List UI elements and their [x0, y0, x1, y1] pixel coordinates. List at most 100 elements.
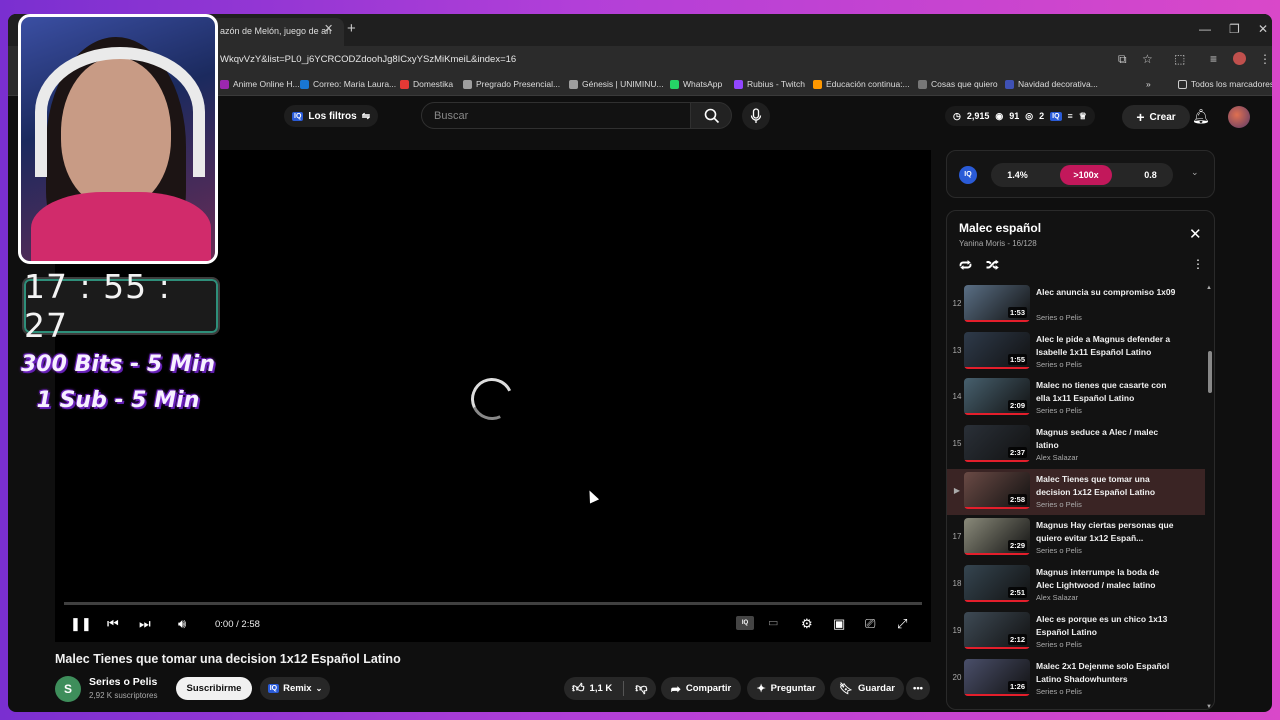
playlist-item-title[interactable]: Magnus interrumpe la boda de Alec Lightw… [1036, 566, 1176, 592]
create-button[interactable]: + Crear [1122, 105, 1190, 129]
window-close-icon[interactable]: ✕ [1258, 22, 1268, 36]
playlist-item-title[interactable]: Alec anuncia su compromiso 1x09 [1036, 286, 1176, 299]
playlist-item[interactable]: 17 2:29 Magnus Hay ciertas personas que qu… [947, 515, 1205, 562]
previous-icon[interactable]: ⏮︎ [107, 616, 119, 632]
stat-other: 2 [1039, 111, 1045, 121]
thumbs-down-icon[interactable]: 👎︎ [635, 681, 647, 696]
duration-badge: 2:51 [1007, 587, 1027, 599]
voice-search-button[interactable] [742, 102, 770, 130]
bookmark-item[interactable]: Anime Online H... [220, 79, 300, 89]
video-thumbnail[interactable]: 1:53 [964, 285, 1030, 322]
channel-avatar[interactable]: S [55, 676, 81, 702]
progress-bar[interactable] [64, 602, 922, 605]
bookmark-item[interactable]: Cosas que quiero [918, 79, 998, 89]
video-thumbnail[interactable]: 1:26 [964, 658, 1030, 696]
media-icon[interactable]: ≡ [1210, 52, 1217, 66]
search-button[interactable] [690, 102, 732, 129]
bookmark-item[interactable]: Domestika [400, 79, 453, 89]
bookmark-item[interactable]: Rubius - Twitch [734, 79, 805, 89]
scrollbar-thumb[interactable] [1208, 351, 1212, 393]
next-icon[interactable]: ⏭︎ [139, 616, 151, 632]
video-thumbnail[interactable]: 2:37 [964, 425, 1030, 463]
playlist-item-current[interactable]: ▶ 2:58 Malec Tienes que tomar una decision… [947, 468, 1205, 516]
streamer-shirt [31, 192, 211, 261]
playlist-item[interactable]: 19 2:12 Alec es porque es un chico 1x13 Es… [947, 609, 1205, 656]
close-icon[interactable]: ✕ [1189, 225, 1202, 243]
menu-icon[interactable]: ⋮ [1259, 52, 1271, 66]
star-icon[interactable]: ☆ [1142, 52, 1153, 66]
video-thumbnail[interactable]: 2:12 [964, 611, 1030, 649]
list-icon: ≡ [1067, 111, 1073, 121]
iq-widget: IQ 1.4% >100x 0.8 ⌄ [946, 150, 1215, 198]
volume-icon[interactable]: 🔊︎ [178, 616, 186, 632]
extensions-icon[interactable]: ⬚ [1174, 52, 1185, 66]
bookmark-item[interactable]: Educación continua:... [813, 79, 910, 89]
shuffle-icon[interactable]: 🔀︎ [986, 256, 999, 275]
video-thumbnail[interactable]: 2:09 [964, 378, 1030, 416]
video-thumbnail[interactable]: 2:51 [964, 565, 1030, 603]
tab-close-icon[interactable]: ✕ [324, 22, 333, 35]
scroll-down-icon[interactable]: ▼ [1206, 704, 1212, 709]
bookmark-item[interactable]: Correo: Maria Laura... [300, 79, 396, 89]
channel-name[interactable]: Series o Pelis [89, 676, 157, 688]
subscribe-button[interactable]: Suscribirme [176, 677, 252, 700]
bookmark-item[interactable]: Navidad decorativa... [1005, 79, 1098, 89]
subtitles-icon[interactable]: ▭ [768, 616, 778, 629]
playlist-item-title[interactable]: Alec es porque es un chico 1x13 Español … [1036, 613, 1176, 639]
bookmark-item[interactable]: WhatsApp [670, 79, 722, 89]
thumbs-up-icon[interactable]: 👍︎ [572, 681, 585, 696]
playlist-item[interactable]: 18 2:51 Magnus interrumpe la boda de Alec … [947, 562, 1205, 609]
theater-mode-icon[interactable]: ▣ [833, 616, 845, 632]
filters-label: Los filtros [308, 110, 357, 122]
playlist-item-title[interactable]: Magnus seduce a Alec / malec latino [1036, 426, 1176, 452]
playlist-title[interactable]: Malec español [959, 221, 1041, 235]
remix-button[interactable]: IQ Remix ⌄ [260, 677, 330, 700]
save-button[interactable]: 🔖︎ Guardar [830, 677, 904, 700]
bookmark-icon: 🔖︎ [839, 683, 853, 695]
cast-icon[interactable]: ⎚ [865, 616, 875, 632]
playlist-item-title[interactable]: Malec no tienes que casarte con ella 1x1… [1036, 379, 1176, 405]
more-actions-button[interactable]: ••• [906, 677, 930, 700]
new-tab-icon[interactable]: + [347, 20, 356, 37]
playlist-item-title[interactable]: Malec 2x1 Dejenme solo Español Latino Sh… [1036, 660, 1176, 686]
settings-gear-icon[interactable]: ⚙ [801, 616, 813, 632]
fullscreen-icon[interactable]: ⤢ [897, 616, 907, 632]
playlist-scrollbar[interactable]: ▲ ▼ [1206, 285, 1212, 709]
playlist-item-title[interactable]: Malec Tienes que tomar una decision 1x12… [1036, 473, 1176, 499]
minimize-icon[interactable]: — [1199, 22, 1211, 36]
video-thumbnail[interactable]: 1:55 [964, 331, 1030, 369]
extension-stats[interactable]: ◷ 2,915 ◉ 91 ◎ 2 IQ ≡ ♕ [945, 106, 1095, 126]
search-input[interactable]: Buscar [421, 102, 691, 129]
playlist-item[interactable]: 15 2:37 Magnus seduce a Alec / malec latin… [947, 422, 1205, 469]
filters-button[interactable]: IQ Los filtros ⇋ [284, 105, 379, 127]
bookmark-item[interactable]: Pregrado Presencial... [463, 79, 560, 89]
playlist-item[interactable]: 14 2:09 Malec no tienes que casarte con el… [947, 375, 1205, 422]
url-text[interactable]: WkqvVzY&list=PL0_j6YCRCODZdoohJg8ICxyYSz… [220, 54, 516, 65]
playlist-item[interactable]: 12 1:53 Alec anuncia su compromiso 1x09 Ser… [947, 282, 1205, 329]
playlist-item[interactable]: 13 1:55 Alec le pide a Magnus defender a I… [947, 329, 1205, 376]
profile-icon[interactable] [1233, 52, 1246, 65]
chevron-down-icon[interactable]: ⌄ [1191, 167, 1199, 178]
bookmarks-overflow-icon[interactable]: » [1146, 79, 1151, 89]
bookmark-favicon-icon [463, 79, 472, 89]
notifications-bell-icon[interactable]: 🔔︎ [1192, 108, 1210, 125]
iq-player-icon[interactable]: IQ [736, 616, 754, 630]
install-icon[interactable]: ⧉ [1118, 52, 1127, 67]
restore-icon[interactable]: ❐ [1229, 22, 1240, 36]
video-thumbnail[interactable]: 2:29 [964, 518, 1030, 556]
ask-button[interactable]: ✦ Preguntar [747, 677, 825, 700]
scroll-up-icon[interactable]: ▲ [1206, 285, 1212, 291]
loop-icon[interactable]: 🔁︎ [959, 256, 972, 275]
like-count[interactable]: 1,1 K [590, 683, 613, 694]
all-bookmarks[interactable]: Todos los marcadores [1178, 79, 1272, 89]
more-vertical-icon[interactable]: ⋮ [1192, 257, 1204, 271]
subscriber-count: 2,92 K suscriptores [89, 691, 158, 700]
pause-icon[interactable]: ❚❚ [70, 616, 92, 632]
video-thumbnail[interactable]: 2:58 [964, 471, 1030, 509]
account-avatar[interactable] [1228, 106, 1250, 128]
share-button[interactable]: ➦ Compartir [661, 677, 741, 700]
playlist-item[interactable]: 20 1:26 Malec 2x1 Dejenme solo Español Lat… [947, 656, 1205, 703]
playlist-item-title[interactable]: Alec le pide a Magnus defender a Isabell… [1036, 333, 1176, 359]
bookmark-item[interactable]: Génesis | UNIMINU... [569, 79, 664, 89]
playlist-item-title[interactable]: Magnus Hay ciertas personas que quiero e… [1036, 519, 1176, 545]
